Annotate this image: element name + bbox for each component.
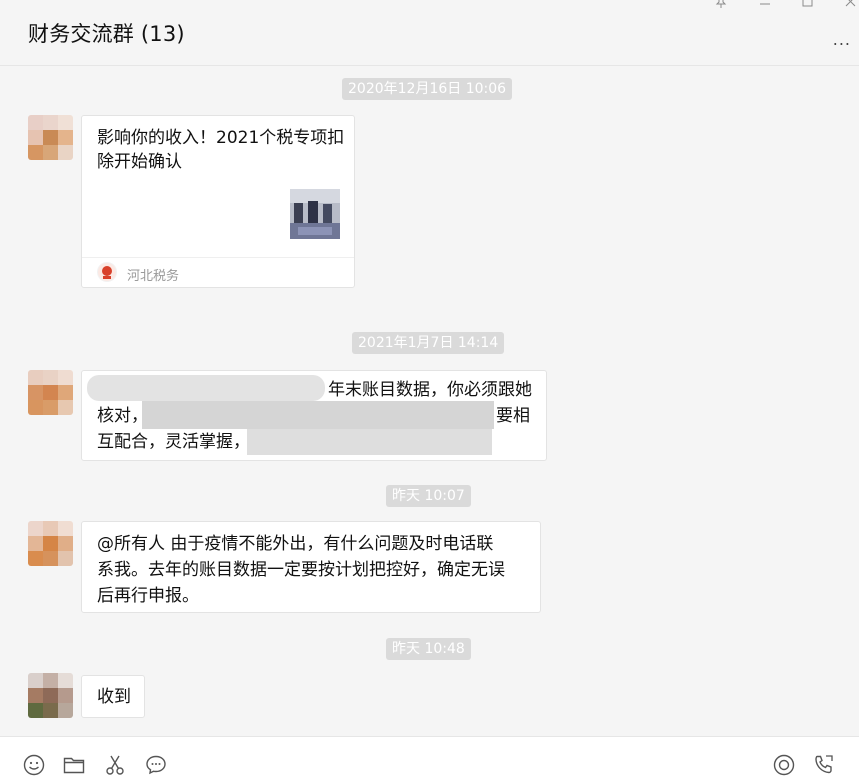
live-icon[interactable] <box>772 753 796 777</box>
message-bubble[interactable]: @所有人 由于疫情不能外出，有什么问题及时电话联 系我。去年的账目数据一定要按计… <box>81 521 541 613</box>
redaction-blur <box>247 429 492 455</box>
redaction-blur <box>87 375 325 401</box>
avatar[interactable] <box>28 115 73 160</box>
source-logo-icon <box>97 262 117 282</box>
more-options-button[interactable]: ... <box>833 30 851 49</box>
message-text-line: 要相 <box>496 406 530 426</box>
message-text-line: 收到 <box>97 687 131 707</box>
message-bubble[interactable]: 年末账目数据，你必须跟她 核对， 要相 互配合，灵活掌握， <box>81 370 547 461</box>
timestamp: 昨天 10:48 <box>386 638 471 660</box>
pin-icon[interactable] <box>715 0 727 8</box>
card-divider <box>82 257 354 258</box>
message-bubble[interactable]: 收到 <box>81 675 145 718</box>
card-title: 影响你的收入！2021个税专项扣除开始确认 <box>97 128 345 172</box>
call-icon[interactable] <box>812 753 836 777</box>
avatar[interactable] <box>28 673 73 718</box>
chat-title: 财务交流群 (13) <box>28 22 185 46</box>
link-card[interactable]: 影响你的收入！2021个税专项扣除开始确认 河北税务 <box>81 115 355 288</box>
card-source: 河北税务 <box>127 269 180 284</box>
chat-bubble-icon[interactable] <box>144 753 168 777</box>
message-text-line: 核对， <box>97 406 148 426</box>
redaction-blur <box>142 401 494 429</box>
close-icon[interactable] <box>845 0 856 7</box>
message-text-line: 互配合，灵活掌握， <box>97 432 250 452</box>
avatar[interactable] <box>28 521 73 566</box>
avatar[interactable] <box>28 370 73 415</box>
maximize-icon[interactable] <box>802 0 813 7</box>
message-list[interactable]: 2020年12月16日 10:06 影响你的收入！2021个税专项扣除开始确认 <box>0 66 859 736</box>
folder-icon[interactable] <box>62 753 86 777</box>
timestamp: 2021年1月7日 14:14 <box>352 332 505 354</box>
minimize-icon[interactable] <box>759 0 771 8</box>
message-text-line: 系我。去年的账目数据一定要按计划把控好，确定无误 <box>97 560 505 580</box>
timestamp: 昨天 10:07 <box>386 485 471 507</box>
card-thumbnail <box>290 189 340 239</box>
input-toolbar <box>0 736 859 782</box>
timestamp: 2020年12月16日 10:06 <box>342 78 513 100</box>
emoji-icon[interactable] <box>22 753 46 777</box>
scissors-icon[interactable] <box>103 753 127 777</box>
message-text-line: 年末账目数据，你必须跟她 <box>328 380 532 400</box>
message-text-line: @所有人 由于疫情不能外出，有什么问题及时电话联 <box>97 534 494 554</box>
message-text-line: 后再行申报。 <box>97 586 199 606</box>
chat-header: 财务交流群 (13) ... <box>0 0 859 66</box>
